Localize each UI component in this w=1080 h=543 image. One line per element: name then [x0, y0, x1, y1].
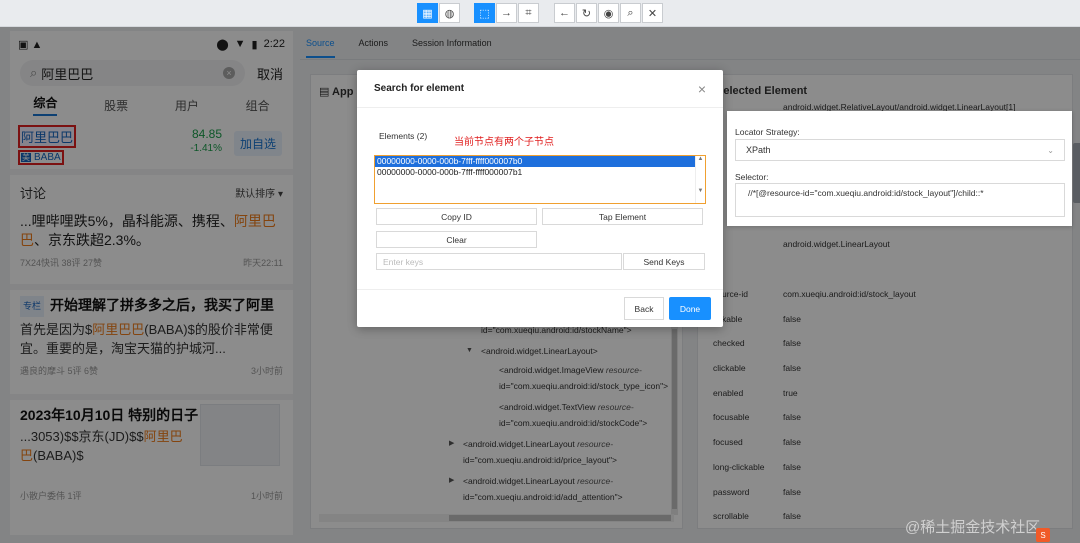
- dialog-title: Search for element: [374, 83, 465, 94]
- annotation-text: 当前节点有两个子节点: [454, 137, 554, 148]
- locator-panel: Locator Strategy: XPath ⌄ Selector: //*[…: [727, 111, 1072, 226]
- list-item[interactable]: 00000000-0000-000b-7fff-ffff000007b0: [375, 156, 695, 167]
- top-toolbar: ▦ ◍ ⬚ → ⌗ ← ↻ ◉ ⌕ ✕: [0, 0, 1080, 27]
- back-button[interactable]: Back: [624, 297, 664, 320]
- clear-button[interactable]: Clear: [376, 231, 537, 248]
- side-drawer-handle[interactable]: [1073, 143, 1080, 203]
- elements-count-label: Elements (2): [379, 131, 428, 141]
- close-icon[interactable]: ✕: [642, 3, 663, 23]
- tap-element-button[interactable]: Tap Element: [542, 208, 703, 225]
- search-for-element-dialog: Search for element × Elements (2) 当前节点有两…: [357, 70, 723, 327]
- logo-icon: S: [1036, 528, 1050, 542]
- watermark: @稀土掘金技术社区: [905, 519, 1041, 536]
- dialog-header: Search for element ×: [357, 70, 723, 108]
- back-icon[interactable]: ←: [554, 3, 575, 23]
- send-keys-button[interactable]: Send Keys: [623, 253, 705, 270]
- done-button[interactable]: Done: [669, 297, 711, 320]
- chevron-up-icon[interactable]: ▲: [696, 156, 705, 162]
- list-item[interactable]: 00000000-0000-000b-7fff-ffff000007b1: [375, 167, 705, 178]
- chevron-down-icon: ⌄: [1047, 145, 1054, 155]
- dialog-footer-divider: [357, 289, 723, 290]
- close-icon[interactable]: ×: [698, 81, 706, 97]
- selector-textarea[interactable]: //*[@resource-id="com.xueqiu.android:id/…: [735, 183, 1065, 217]
- swipe-icon[interactable]: →: [496, 3, 517, 23]
- chevron-down-icon[interactable]: ▼: [696, 188, 705, 194]
- select-element-icon[interactable]: ⬚: [474, 3, 495, 23]
- selector-label: Selector:: [735, 172, 769, 182]
- grid-icon[interactable]: ▦: [417, 3, 438, 23]
- tap-coordinates-icon[interactable]: ⌗: [518, 3, 539, 23]
- copy-id-button[interactable]: Copy ID: [376, 208, 537, 225]
- refresh-icon[interactable]: ↻: [576, 3, 597, 23]
- locator-strategy-label: Locator Strategy:: [735, 127, 800, 137]
- locator-strategy-select[interactable]: XPath ⌄: [735, 139, 1065, 161]
- list-scrollbar[interactable]: ▲ ▼: [695, 156, 705, 203]
- eye-icon[interactable]: ◉: [598, 3, 619, 23]
- locator-strategy-value: XPath: [746, 145, 771, 155]
- elements-list[interactable]: 00000000-0000-000b-7fff-ffff000007b0 000…: [374, 155, 706, 204]
- send-keys-input[interactable]: Enter keys: [376, 253, 622, 270]
- search-icon[interactable]: ⌕: [620, 3, 641, 23]
- globe-icon[interactable]: ◍: [439, 3, 460, 23]
